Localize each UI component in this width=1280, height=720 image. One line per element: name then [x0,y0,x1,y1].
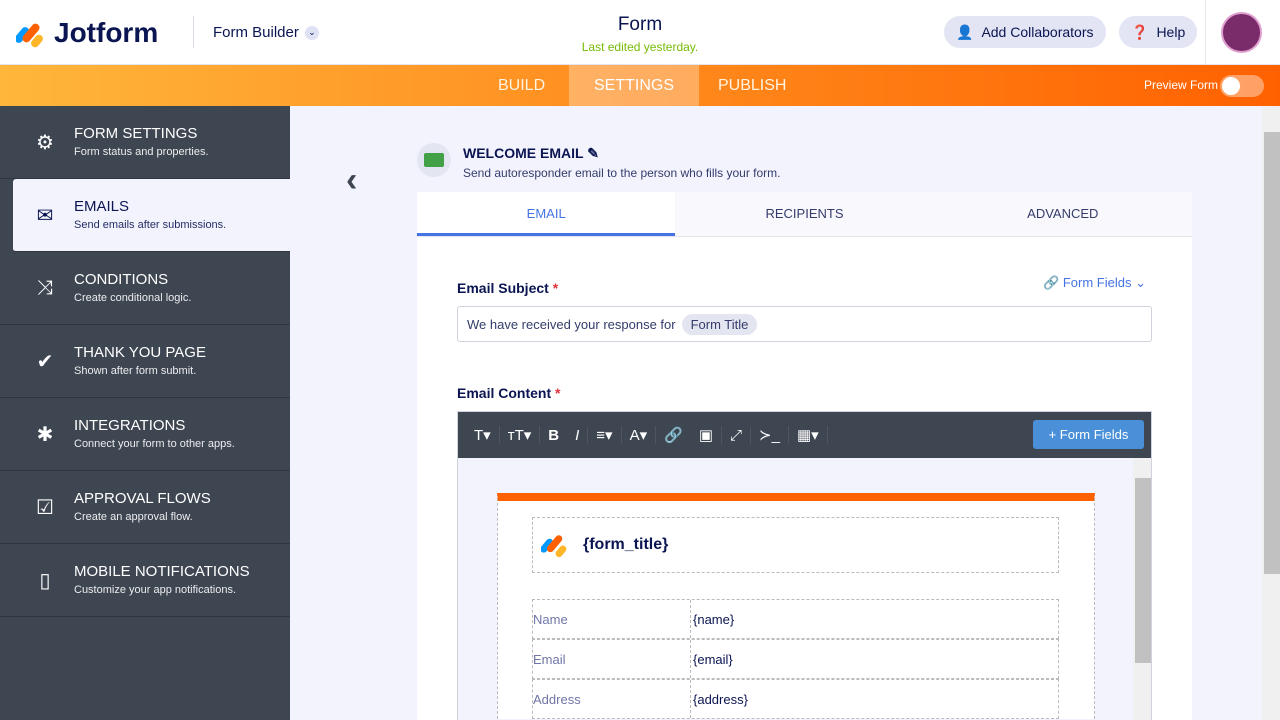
add-collaborators-button[interactable]: 👤 Add Collaborators [944,16,1106,48]
font-size-icon[interactable]: тT▾ [500,426,541,444]
link-icon[interactable]: 🔗 [656,426,691,444]
envelope-icon: ✉ [36,204,54,227]
row-key: Name [533,600,691,638]
sidebar-item-form-settings[interactable]: ⚙ FORM SETTINGS Form status and properties… [0,106,290,179]
email-content-label: Email Content * [457,385,560,401]
email-description: Send autoresponder email to the person w… [463,166,781,180]
italic-icon[interactable]: I [567,426,589,444]
email-subject-label: Email Subject * [457,280,558,296]
required-asterisk: * [555,385,561,401]
label-text: Email Content [457,385,552,401]
item-desc: Shown after form submit. [74,364,197,377]
table-row: Name {name} [532,599,1059,639]
tab-advanced[interactable]: ADVANCED [934,192,1192,236]
sidebar-item-approval-flows[interactable]: ☑ APPROVAL FLOWS Create an approval flow. [0,471,290,544]
code-icon[interactable]: ≻_ [751,426,789,444]
editor-toolbar: T▾ тT▾ B I ≡▾ A▾ 🔗 ▣ ⤢ ≻_ ▦▾ + Form Fiel… [458,412,1151,458]
tab-build[interactable]: BUILD [473,65,570,106]
item-title: EMAILS [74,197,130,215]
item-desc: Send emails after submissions. [74,218,227,231]
envelope-icon [417,143,451,177]
email-panel: EMAIL RECIPIENTS ADVANCED Email Subject … [417,192,1192,720]
item-desc: Customize your app notifications. [74,583,237,596]
email-title-text: WELCOME EMAIL [463,145,584,161]
item-desc: Form status and properties. [74,145,209,158]
table-row: Address {address} [532,679,1059,719]
jotform-logo-icon [541,535,567,558]
check-circle-icon: ✔ [36,350,54,373]
table-row: Email {email} [532,639,1059,679]
item-title: THANK YOU PAGE [74,343,206,361]
help-icon: ❓ [1131,23,1149,40]
tab-recipients[interactable]: RECIPIENTS [675,192,933,236]
pencil-icon[interactable]: ✎ [587,145,599,161]
email-content-editor[interactable]: T▾ тT▾ B I ≡▾ A▾ 🔗 ▣ ⤢ ≻_ ▦▾ + Form Fiel… [457,411,1152,720]
item-title: APPROVAL FLOWS [74,489,211,507]
sidebar-item-integrations[interactable]: ✱ INTEGRATIONS Connect your form to other … [0,398,290,471]
add-collaborators-label: Add Collaborators [981,24,1094,40]
settings-sidebar: ⚙ FORM SETTINGS Form status and properties… [0,106,290,720]
approval-icon: ☑ [36,496,54,519]
row-key: Email [533,640,691,678]
align-icon[interactable]: ≡▾ [588,426,622,444]
fullscreen-icon[interactable]: ⤢ [722,426,752,444]
item-desc: Connect your form to other apps. [74,437,235,450]
tab-settings[interactable]: SETTINGS [569,65,700,106]
email-template: {form_title} Name {name} Email {email} Add… [497,493,1095,719]
form-title-row: {form_title} [532,517,1059,573]
avatar[interactable] [1221,12,1262,53]
editor-canvas[interactable]: {form_title} Name {name} Email {email} Add… [458,458,1151,720]
shuffle-icon: ⤨ [37,276,53,299]
form-fields-label: Form Fields [1062,275,1132,290]
gear-icon: ⚙ [36,131,54,154]
item-desc: Create conditional logic. [74,291,192,304]
sidebar-item-mobile-notifications[interactable]: ▯ MOBILE NOTIFICATIONS Customize your app … [0,544,290,617]
item-desc: Create an approval flow. [74,510,193,523]
item-title: MOBILE NOTIFICATIONS [74,562,250,580]
tab-email[interactable]: EMAIL [417,192,676,236]
row-value: {email} [693,651,733,667]
sidebar-item-emails[interactable]: ✉ EMAILS Send emails after submissions. [13,179,290,252]
item-title: FORM SETTINGS [74,124,198,142]
row-value: {name} [693,611,735,627]
add-form-fields-button[interactable]: + Form Fields [1033,420,1144,449]
page-scrollbar[interactable] [1262,106,1280,720]
preview-form-label: Preview Form [1143,78,1218,92]
item-title: CONDITIONS [74,270,169,288]
user-icon: 👤 [956,23,974,40]
row-key: Address [533,680,691,718]
form-title-chip[interactable]: Form Title [681,313,758,335]
label-text: Email Subject [457,280,549,296]
help-button[interactable]: ❓ Help [1119,16,1198,48]
sidebar-item-conditions[interactable]: ⤨ CONDITIONS Create conditional logic. [0,252,290,325]
mobile-icon: ▯ [39,569,51,592]
table-icon[interactable]: ▦▾ [789,426,828,444]
bold-icon[interactable]: B [540,427,567,444]
editor-scrollbar[interactable] [1133,458,1151,720]
tab-publish[interactable]: PUBLISH [693,65,811,106]
puzzle-icon: ✱ [36,423,54,446]
preview-form-toggle[interactable] [1220,75,1264,97]
image-icon[interactable]: ▣ [691,426,722,444]
help-label: Help [1156,24,1186,40]
sidebar-item-thank-you-page[interactable]: ✔ THANK YOU PAGE Shown after form submit. [0,325,290,398]
form-fields-dropdown[interactable]: 🔗 Form Fields ⌄ [1043,275,1146,291]
required-asterisk: * [552,280,559,296]
link-icon: 🔗 [1043,275,1060,290]
nav-bar: BUILD SETTINGS PUBLISH Preview Form [0,65,1280,106]
font-icon[interactable]: T▾ [466,426,500,444]
divider [1205,0,1206,65]
email-subject-input[interactable]: We have received your response for Form T… [457,306,1152,342]
subject-text: We have received your response for [467,316,676,332]
back-chevron-icon[interactable]: ‹ [346,160,357,200]
top-bar: Jotform Form Builder ⌄ Form Last edited y… [0,0,1280,65]
email-title[interactable]: WELCOME EMAIL ✎ [463,145,599,162]
item-title: INTEGRATIONS [74,416,186,434]
row-value: {address} [693,691,748,707]
text-color-icon[interactable]: A▾ [622,426,657,444]
form-title-placeholder: {form_title} [583,536,669,553]
